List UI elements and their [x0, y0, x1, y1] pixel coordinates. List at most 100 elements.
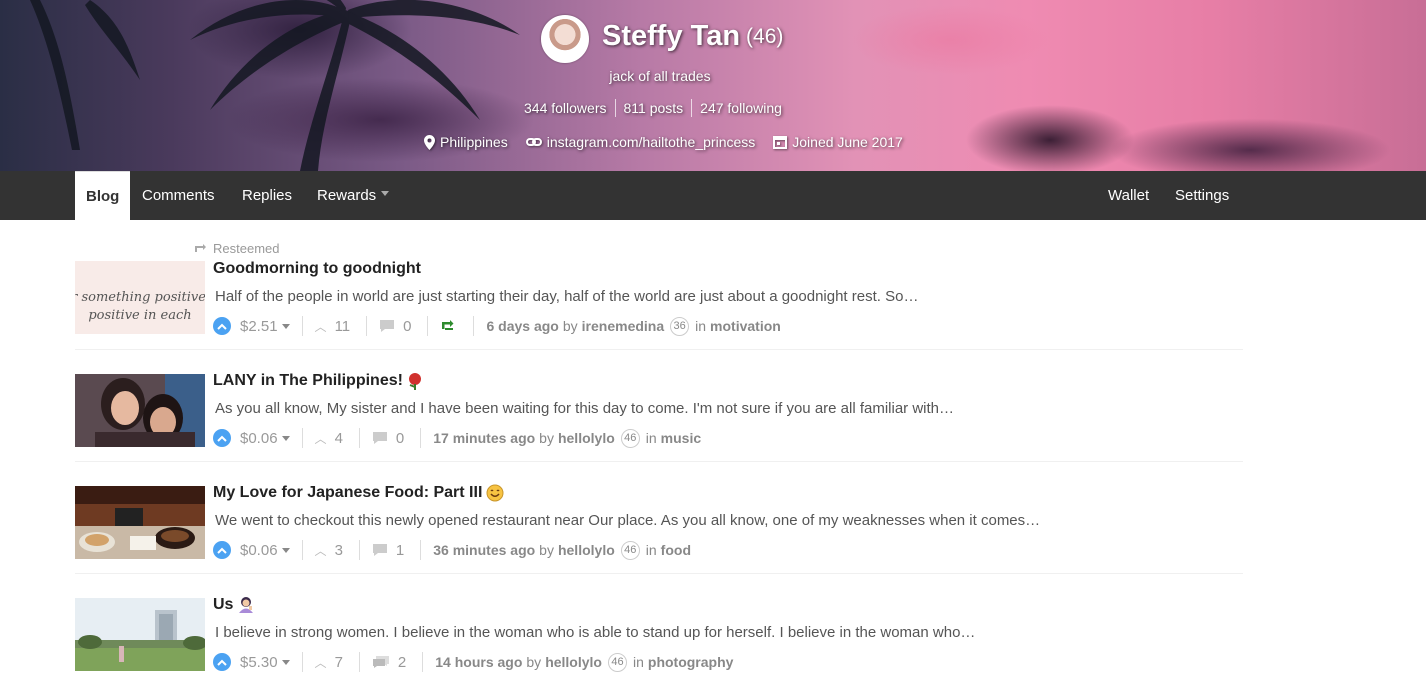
smiley-emoji-icon: [486, 484, 504, 502]
vote-count[interactable]: ︿ 3: [315, 542, 343, 559]
post-title[interactable]: Goodmorning to goodnight: [213, 260, 421, 278]
resteem-green-icon: [442, 320, 454, 330]
tab-settings[interactable]: Settings: [1164, 171, 1240, 220]
post-thumbnail[interactable]: [75, 598, 205, 671]
post-payout[interactable]: $2.51: [240, 318, 278, 335]
post-category[interactable]: motivation: [710, 318, 781, 334]
tab-blog[interactable]: Blog: [75, 171, 131, 220]
comment-count[interactable]: 2: [372, 654, 406, 671]
in-label: in: [645, 430, 657, 446]
upvote-button[interactable]: [213, 541, 231, 559]
avatar[interactable]: [541, 15, 589, 63]
divider: [358, 540, 360, 560]
post-excerpt[interactable]: Half of the people in world are just sta…: [215, 288, 918, 305]
post-title[interactable]: My Love for Japanese Food: Part III: [213, 484, 504, 502]
post-thumbnail[interactable]: Look for something positive in each posi…: [75, 261, 205, 334]
upvote-chevron-icon: [217, 659, 227, 666]
post-thumbnail[interactable]: [75, 374, 205, 447]
calendar-icon: [773, 136, 788, 149]
comment-count-value: 2: [397, 653, 407, 671]
thumbnail-photo: [75, 374, 205, 447]
post-item: LANY in The Philippines! As you all know…: [75, 350, 1243, 462]
location-text: Philippines: [440, 134, 508, 150]
resteemed-label: Resteemed: [213, 241, 280, 256]
divider: [301, 316, 303, 336]
upvote-button[interactable]: [213, 429, 231, 447]
votes-chevron-icon: ︿: [314, 431, 327, 446]
post-category[interactable]: food: [661, 542, 691, 558]
vote-count-value: 4: [334, 429, 343, 447]
post-author[interactable]: hellolylo: [545, 654, 602, 670]
website-link[interactable]: instagram.com/hailtothe_princess: [547, 134, 756, 150]
divider: [358, 428, 360, 448]
post-time[interactable]: 14 hours ago: [435, 654, 522, 670]
votes-chevron-icon: ︿: [314, 655, 327, 670]
divider: [366, 316, 368, 336]
post-payout[interactable]: $5.30: [240, 654, 278, 671]
upvote-button[interactable]: [213, 653, 231, 671]
profile-cover: Steffy Tan (46) jack of all trades 344 fo…: [0, 0, 1426, 171]
post-time[interactable]: 6 days ago: [486, 318, 558, 334]
post-time[interactable]: 36 minutes ago: [433, 542, 535, 558]
in-label: in: [632, 654, 644, 670]
divider: [358, 652, 360, 672]
location-pin-icon: [424, 134, 435, 150]
post-payout[interactable]: $0.06: [240, 542, 278, 559]
resteem-button[interactable]: [440, 318, 455, 334]
profile-reputation: (46): [746, 24, 784, 48]
tab-rewards[interactable]: Rewards: [306, 171, 400, 220]
profile-name: Steffy Tan: [602, 20, 741, 52]
post-author[interactable]: hellolylo: [558, 542, 615, 558]
payout-dropdown-icon[interactable]: [281, 323, 290, 329]
upvote-button[interactable]: [213, 317, 231, 335]
post-item: Resteemed Look for something positive in…: [75, 238, 1243, 350]
comment-count-value: 0: [395, 429, 405, 447]
post-footer: $0.06 ︿ 3 1 36 minutes ago by hellolylo 4…: [213, 539, 691, 561]
following-link[interactable]: 247 following: [691, 99, 790, 117]
comment-count[interactable]: 1: [372, 542, 404, 559]
in-label: in: [645, 542, 657, 558]
by-label: by: [539, 430, 554, 446]
post-excerpt[interactable]: I believe in strong women. I believe in …: [215, 624, 975, 641]
blog-feed: Resteemed Look for something positive in…: [75, 238, 1243, 686]
post-time[interactable]: 17 minutes ago: [433, 430, 535, 446]
vote-count[interactable]: ︿ 4: [315, 430, 343, 447]
post-thumbnail[interactable]: [75, 486, 205, 559]
post-payout[interactable]: $0.06: [240, 430, 278, 447]
svg-text:Look for something positive in: Look for something positive in each: [75, 290, 205, 305]
website[interactable]: instagram.com/hailtothe_princess: [525, 134, 756, 150]
post-title[interactable]: LANY in The Philippines!: [213, 372, 423, 390]
tab-replies[interactable]: Replies: [231, 171, 303, 220]
posts-count: 811 posts: [614, 99, 692, 117]
tab-rewards-label: Rewards: [317, 187, 377, 204]
payout-dropdown-icon[interactable]: [281, 659, 290, 665]
tab-comments[interactable]: Comments: [131, 171, 226, 220]
post-category[interactable]: photography: [648, 654, 734, 670]
followers-link[interactable]: 344 followers: [524, 99, 615, 117]
vote-count[interactable]: ︿ 11: [315, 318, 351, 335]
author-reputation: 36: [670, 316, 690, 336]
vote-count[interactable]: ︿ 7: [315, 654, 343, 671]
post-author[interactable]: hellolylo: [558, 430, 615, 446]
payout-dropdown-icon[interactable]: [281, 435, 290, 441]
by-label: by: [539, 542, 554, 558]
comment-count[interactable]: 0: [379, 318, 411, 335]
comment-icon: [380, 320, 395, 332]
post-author[interactable]: irenemedina: [582, 318, 664, 334]
comment-icon: [372, 544, 387, 556]
post-excerpt[interactable]: As you all know, My sister and I have be…: [215, 400, 954, 417]
in-label: in: [695, 318, 707, 334]
divider: [420, 428, 422, 448]
post-item: Us I believe in strong women. I believe …: [75, 574, 1243, 686]
comment-icon: [372, 432, 387, 444]
upvote-chevron-icon: [217, 435, 227, 442]
woman-emoji-icon: [239, 597, 254, 613]
post-title[interactable]: Us: [213, 596, 255, 614]
payout-dropdown-icon[interactable]: [281, 547, 290, 553]
comment-count[interactable]: 0: [372, 430, 404, 447]
location: Philippines: [424, 134, 508, 150]
tab-wallet[interactable]: Wallet: [1097, 171, 1160, 220]
post-category[interactable]: music: [661, 430, 701, 446]
post-excerpt[interactable]: We went to checkout this newly opened re…: [215, 512, 1040, 529]
by-label: by: [562, 318, 578, 334]
